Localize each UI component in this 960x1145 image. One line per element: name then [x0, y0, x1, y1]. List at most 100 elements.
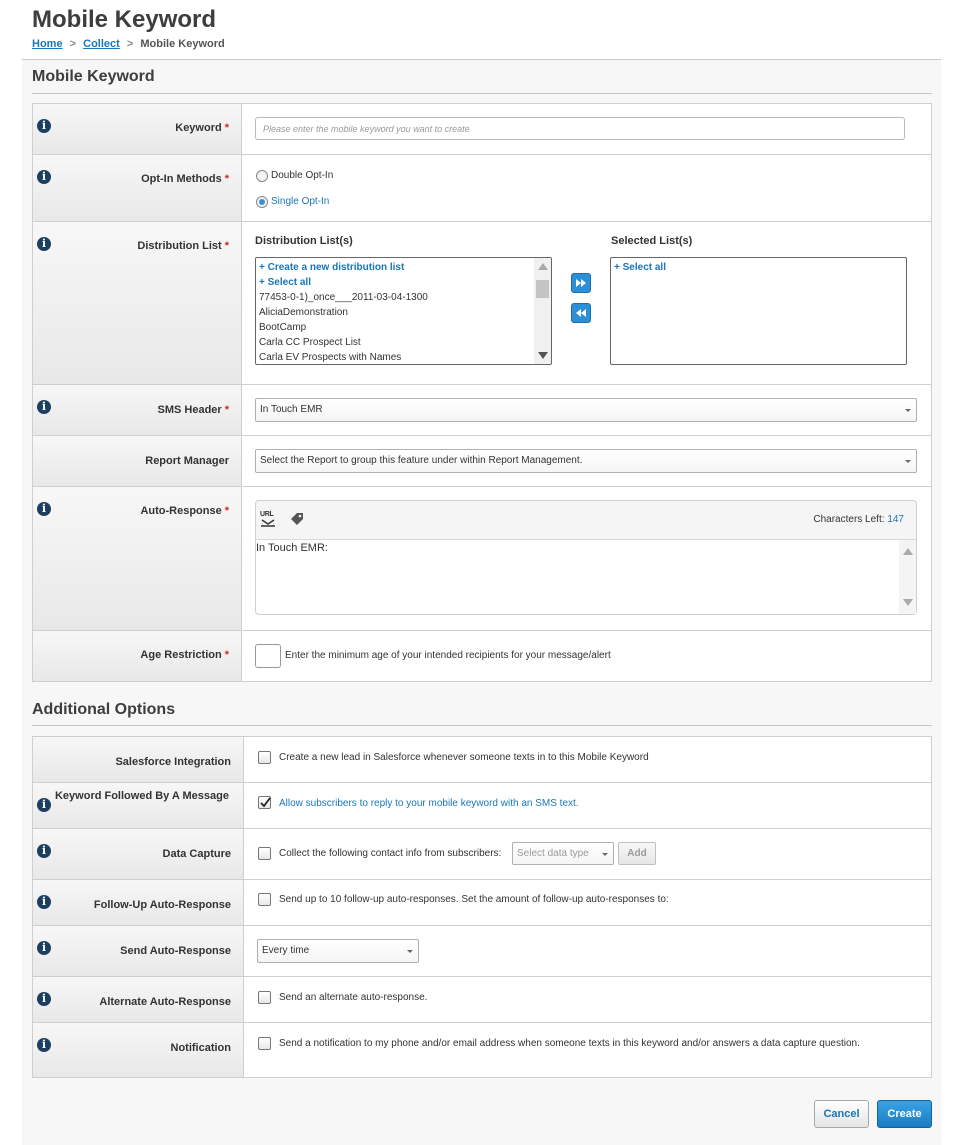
- section-title-additional-options: Additional Options: [32, 701, 176, 718]
- section-divider: [32, 93, 932, 94]
- followed-by-message-checkbox[interactable]: [258, 796, 271, 809]
- send-auto-response-value: Every time: [262, 945, 310, 956]
- scroll-up-icon[interactable]: [538, 263, 548, 270]
- create-distribution-list-link[interactable]: + Create a new distribution list: [256, 260, 551, 275]
- salesforce-content: Create a new lead in Salesforce whenever…: [244, 737, 931, 782]
- scroll-thumb[interactable]: [536, 280, 549, 298]
- age-restriction-row: Age Restriction * Enter the minimum age o…: [33, 631, 931, 681]
- send-auto-response-row: i Send Auto-Response Every time: [33, 926, 931, 977]
- followup-label-cell: i Follow-Up Auto-Response: [33, 880, 244, 925]
- list-item[interactable]: Carla EV Prospects with Names: [256, 350, 551, 364]
- info-icon[interactable]: i: [37, 895, 51, 909]
- selected-lists-box[interactable]: + Select all: [610, 257, 907, 365]
- selected-lists-items: + Select all: [611, 258, 906, 275]
- info-icon[interactable]: i: [37, 798, 51, 812]
- section-divider: [32, 725, 932, 726]
- notification-content: Send a notification to my phone and/or e…: [244, 1023, 931, 1077]
- create-button[interactable]: Create: [877, 1100, 932, 1128]
- followed-by-message-text: Allow subscribers to reply to your mobil…: [279, 798, 579, 809]
- auto-response-scrollbar[interactable]: [899, 540, 916, 614]
- available-lists-scrollbar[interactable]: [534, 258, 551, 364]
- followup-content: Send up to 10 follow-up auto-responses. …: [244, 880, 931, 925]
- add-data-type-button[interactable]: Add: [618, 842, 656, 865]
- select-all-available-link[interactable]: + Select all: [256, 275, 551, 290]
- notification-label-cell: i Notification: [33, 1023, 244, 1077]
- breadcrumb-home-link[interactable]: Home: [32, 38, 63, 50]
- breadcrumb-separator: >: [126, 38, 134, 50]
- select-all-selected-link[interactable]: + Select all: [611, 260, 906, 275]
- report-manager-label: Report Manager: [145, 455, 229, 467]
- info-icon[interactable]: i: [37, 119, 51, 133]
- age-restriction-content: Enter the minimum age of your intended r…: [242, 631, 931, 681]
- sms-header-label-cell: i SMS Header *: [33, 385, 242, 435]
- sms-header-value: In Touch EMR: [260, 404, 323, 415]
- salesforce-checkbox[interactable]: [258, 751, 271, 764]
- distribution-content: Distribution List(s) Selected List(s) + …: [242, 222, 931, 384]
- sms-header-label: SMS Header *: [157, 404, 229, 416]
- alternate-checkbox[interactable]: [258, 991, 271, 1004]
- double-opt-in-label[interactable]: Double Opt-In: [271, 170, 333, 181]
- alternate-label: Alternate Auto-Response: [99, 996, 231, 1008]
- scroll-down-icon[interactable]: [538, 352, 548, 359]
- characters-left-count: 147: [887, 514, 904, 525]
- distribution-list-row: i Distribution List * Distribution List(s…: [33, 222, 931, 385]
- followed-by-message-row: i Keyword Followed By A Message Allow su…: [33, 783, 931, 829]
- age-restriction-label: Age Restriction *: [140, 649, 229, 661]
- info-icon[interactable]: i: [37, 992, 51, 1006]
- info-icon[interactable]: i: [37, 170, 51, 184]
- sms-header-content: In Touch EMR: [242, 385, 931, 435]
- followup-checkbox[interactable]: [258, 893, 271, 906]
- tag-icon[interactable]: [289, 511, 305, 527]
- age-restriction-input[interactable]: [255, 644, 281, 668]
- keyword-input[interactable]: [255, 117, 905, 140]
- single-opt-in-label[interactable]: Single Opt-In: [271, 196, 329, 207]
- info-icon[interactable]: i: [37, 844, 51, 858]
- salesforce-label: Salesforce Integration: [115, 756, 231, 768]
- sms-header-select[interactable]: In Touch EMR: [255, 398, 917, 422]
- info-icon[interactable]: i: [37, 941, 51, 955]
- report-manager-select[interactable]: Select the Report to group this feature …: [255, 449, 917, 473]
- add-to-selected-button[interactable]: [571, 273, 591, 293]
- notification-checkbox[interactable]: [258, 1037, 271, 1050]
- chevron-down-icon: [905, 409, 911, 412]
- salesforce-row: Salesforce Integration Create a new lead…: [33, 737, 931, 783]
- auto-response-label: Auto-Response *: [140, 505, 229, 517]
- scroll-down-icon[interactable]: [903, 599, 913, 606]
- info-icon[interactable]: i: [37, 502, 51, 516]
- available-lists-box[interactable]: + Create a new distribution list + Selec…: [255, 257, 552, 365]
- double-opt-in-radio[interactable]: [256, 170, 268, 182]
- auto-response-textarea[interactable]: In Touch EMR:: [256, 539, 916, 614]
- remove-from-selected-button[interactable]: [571, 303, 591, 323]
- data-capture-checkbox[interactable]: [258, 847, 271, 860]
- followup-text: Send up to 10 follow-up auto-responses. …: [279, 894, 669, 905]
- info-icon[interactable]: i: [37, 1038, 51, 1052]
- auto-response-content: URL Characters Left: 147 In Touch EMR:: [242, 487, 931, 630]
- single-opt-in-radio[interactable]: [256, 196, 268, 208]
- insert-url-icon[interactable]: URL: [260, 511, 276, 527]
- chevron-down-icon: [407, 950, 413, 953]
- list-item[interactable]: AliciaDemonstration: [256, 305, 551, 320]
- report-manager-content: Select the Report to group this feature …: [242, 436, 931, 486]
- list-item[interactable]: 77453-0-1)_once___2011-03-04-1300: [256, 290, 551, 305]
- data-capture-text: Collect the following contact info from …: [279, 848, 502, 859]
- chevron-down-icon: [602, 853, 608, 856]
- info-icon[interactable]: i: [37, 237, 51, 251]
- distribution-label: Distribution List *: [137, 240, 229, 252]
- breadcrumb-collect-link[interactable]: Collect: [83, 38, 120, 50]
- section-title-mobile-keyword: Mobile Keyword: [32, 68, 155, 85]
- list-item[interactable]: BootCamp: [256, 320, 551, 335]
- keyword-row: i Keyword *: [33, 104, 931, 155]
- data-type-select[interactable]: Select data type: [512, 842, 614, 865]
- send-auto-response-select[interactable]: Every time: [257, 939, 419, 963]
- auto-response-text: In Touch EMR:: [256, 542, 328, 554]
- list-item[interactable]: Carla CC Prospect List: [256, 335, 551, 350]
- opt-in-label-cell: i Opt-In Methods *: [33, 155, 242, 221]
- opt-in-row: i Opt-In Methods * Double Opt-In Single O…: [33, 155, 931, 222]
- scroll-up-icon[interactable]: [903, 548, 913, 555]
- age-restriction-label-cell: Age Restriction *: [33, 631, 242, 681]
- notification-label: Notification: [170, 1042, 232, 1054]
- cancel-button[interactable]: Cancel: [814, 1100, 869, 1128]
- fast-forward-icon: [576, 279, 586, 287]
- info-icon[interactable]: i: [37, 400, 51, 414]
- followed-by-message-content: Allow subscribers to reply to your mobil…: [244, 783, 931, 828]
